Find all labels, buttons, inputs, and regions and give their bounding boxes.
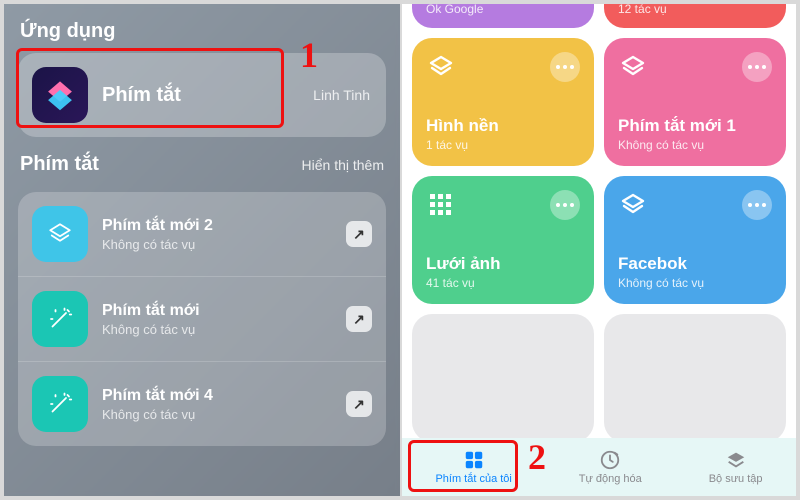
tab-gallery[interactable]: Bộ sưu tập: [709, 449, 763, 485]
shortcut-title: Phím tắt mới 4: [102, 387, 213, 405]
tile-subtitle: Ok Google: [426, 4, 580, 16]
shortcut-title: Phím tắt mới: [102, 302, 200, 320]
shortcut-list: Phím tắt mới 2 Không có tác vụ ↗ Phím tắ…: [18, 192, 386, 446]
tile-title: Phím tắt mới 1: [618, 116, 772, 136]
open-arrow-icon[interactable]: ↗: [346, 221, 372, 247]
left-pane: Ứng dụng Phím tắt Linh Tinh Phím tắt Hiể…: [4, 4, 400, 496]
shortcut-tile[interactable]: Facebok Không có tác vụ: [604, 176, 786, 304]
shortcut-subtitle: Không có tác vụ: [102, 407, 213, 422]
tile-subtitle: 1 tác vụ: [426, 138, 580, 152]
annotation-number-2: 2: [528, 436, 546, 478]
right-pane: Hey Google Ok Google YouTube PiP 12 tác …: [402, 4, 796, 496]
shortcuts-section-title: Phím tắt: [20, 153, 99, 176]
tab-automation[interactable]: Tự động hóa: [579, 449, 642, 485]
tile-title: Hình nền: [426, 116, 580, 136]
tile-subtitle: 41 tác vụ: [426, 276, 580, 290]
annotation-number-1: 1: [300, 34, 318, 76]
shortcut-row[interactable]: Phím tắt mới 2 Không có tác vụ ↗: [18, 192, 386, 277]
shortcut-row[interactable]: Phím tắt mới 4 Không có tác vụ ↗: [18, 362, 386, 446]
more-icon[interactable]: [550, 190, 580, 220]
shortcut-tile[interactable]: YouTube PiP 12 tác vụ: [604, 4, 786, 28]
more-icon[interactable]: [742, 190, 772, 220]
shortcut-tile[interactable]: Phím tắt mới 1 Không có tác vụ: [604, 38, 786, 166]
tab-label: Phím tắt của tôi: [435, 473, 511, 485]
tile-subtitle: 12 tác vụ: [618, 4, 772, 16]
open-arrow-icon[interactable]: ↗: [346, 391, 372, 417]
app-section-header: Ứng dụng: [18, 14, 386, 53]
shortcut-tile[interactable]: Hey Google Ok Google: [412, 4, 594, 28]
shortcuts-app-card[interactable]: Phím tắt Linh Tinh: [18, 53, 386, 137]
shortcut-tile[interactable]: Lưới ảnh 41 tác vụ: [412, 176, 594, 304]
app-card-category: Linh Tinh: [313, 87, 370, 103]
tile-subtitle: Không có tác vụ: [618, 276, 772, 290]
wand-icon: [32, 376, 88, 432]
more-icon[interactable]: [742, 52, 772, 82]
wand-icon: [32, 291, 88, 347]
shortcut-tile[interactable]: Hình nền 1 tác vụ: [412, 38, 594, 166]
shortcut-tile-placeholder: [604, 314, 786, 438]
tile-subtitle: Không có tác vụ: [618, 138, 772, 152]
shortcut-tile-placeholder: [412, 314, 594, 438]
layers-icon: [32, 206, 88, 262]
shortcuts-section-header: Phím tắt Hiển thị thêm: [18, 147, 386, 186]
shortcut-row[interactable]: Phím tắt mới Không có tác vụ ↗: [18, 277, 386, 362]
tab-label: Tự động hóa: [579, 473, 642, 485]
app-card-title: Phím tắt: [102, 84, 181, 107]
layers-icon: [618, 190, 648, 220]
tile-title: Lưới ảnh: [426, 254, 580, 274]
tab-bar: Phím tắt của tôi Tự động hóa Bộ sưu tập: [402, 438, 796, 496]
shortcuts-app-icon: [32, 67, 88, 123]
app-section-title: Ứng dụng: [20, 20, 115, 43]
more-icon[interactable]: [550, 52, 580, 82]
shortcut-subtitle: Không có tác vụ: [102, 322, 200, 337]
shortcut-subtitle: Không có tác vụ: [102, 237, 213, 252]
shortcut-title: Phím tắt mới 2: [102, 217, 213, 235]
layers-icon: [618, 52, 648, 82]
tab-my-shortcuts[interactable]: Phím tắt của tôi: [435, 449, 511, 485]
tile-title: Facebok: [618, 254, 772, 274]
shortcut-grid: Hey Google Ok Google YouTube PiP 12 tác …: [402, 4, 796, 438]
grid-icon: [426, 190, 456, 220]
show-more-link[interactable]: Hiển thị thêm: [302, 157, 384, 173]
open-arrow-icon[interactable]: ↗: [346, 306, 372, 332]
layers-icon: [426, 52, 456, 82]
tab-label: Bộ sưu tập: [709, 473, 763, 485]
